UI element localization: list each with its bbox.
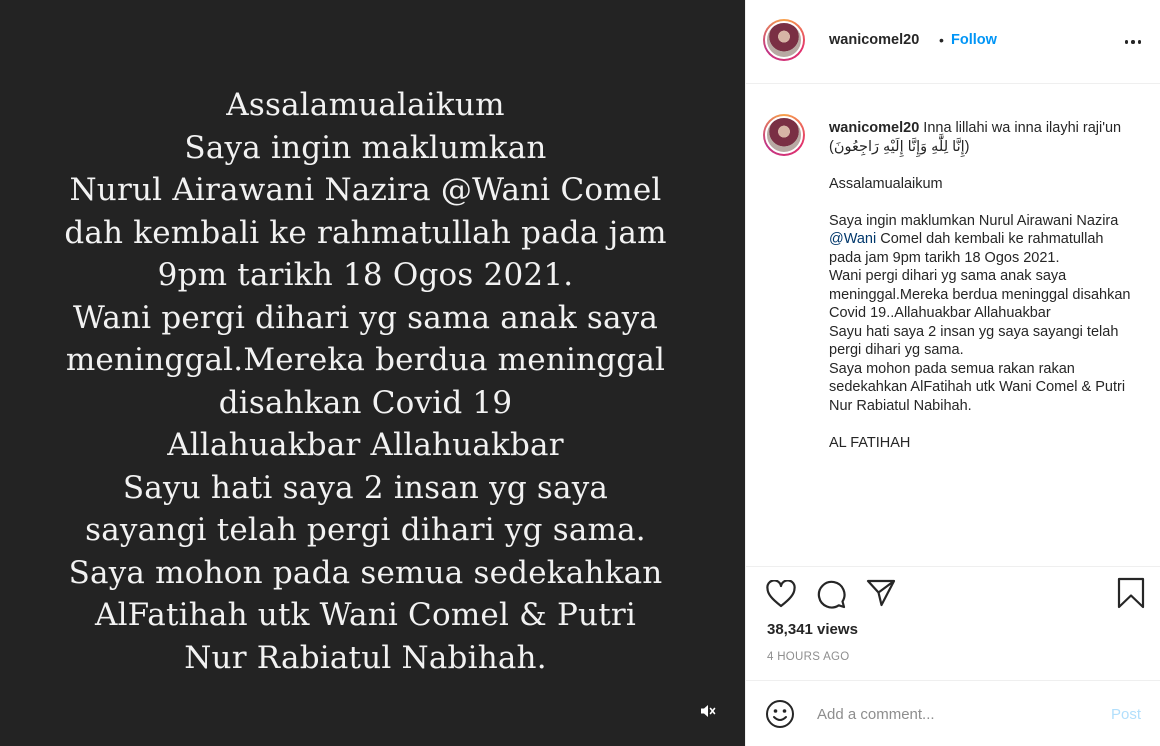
smiley-icon[interactable] [765,699,795,729]
media-text-line: Allahuakbar Allahuakbar [167,427,564,463]
caption-paragraph: Saya ingin maklumkan Nurul Airawani Nazi… [829,212,1139,268]
caption-line: Saya mohon pada semua rakan rakan sedeka… [829,360,1126,414]
follow-button[interactable]: Follow [951,32,997,48]
media-text-line: 9pm tarikh 18 Ogos 2021. [157,257,574,293]
post-timestamp[interactable]: 4 HOURS AGO [767,651,850,663]
post-sidebar: wanicomel20 • Follow wanicomel20 Inna li… [745,0,1160,746]
view-count[interactable]: 38,341 views [767,621,858,638]
media-text-line: meninggal.Mereka berdua meninggal [65,342,666,378]
post-button[interactable]: Post [1111,706,1141,723]
media-text-line: Saya mohon pada semua sedekahkan [68,554,663,591]
media-text-line: Wani pergi dihari yg sama anak saya [72,299,659,336]
separator-dot: • [939,32,944,48]
caption-line: Wani pergi dihari yg sama anak saya meni… [829,268,1131,321]
post-media[interactable]: Assalamualaikum Saya ingin maklumkan Nurul… [0,0,745,746]
media-text-line: Sayu hati saya 2 insan yg saya [122,469,609,506]
post-caption: wanicomel20 Inna lillahi wa inna ilayhi … [829,119,1139,452]
more-options-icon[interactable] [1121,30,1145,54]
avatar[interactable] [763,19,805,61]
caption-greeting: Assalamualaikum [829,175,943,192]
speaker-muted-icon[interactable] [696,699,720,723]
bookmark-icon[interactable] [1114,576,1148,610]
media-text-line: Nur Rabiatul Nabihah. [184,639,547,676]
caption-line: Sayu hati saya 2 insan yg saya sayangi t… [829,323,1119,359]
media-text-line: sayangi telah pergi dihari yg sama. [85,512,646,548]
comment-bubble-icon[interactable] [814,577,848,611]
media-text-line: disahkan Covid 19 [218,384,513,421]
caption-avatar[interactable] [763,114,805,156]
action-bar: 38,341 views 4 HOURS AGO [746,566,1160,680]
comment-input[interactable] [817,701,1097,727]
media-text-line: dah kembali ke rahmatullah pada jam [64,214,667,251]
mention-link[interactable]: @Wani [829,231,876,247]
media-text: Assalamualaikum Saya ingin maklumkan Nurul… [0,84,731,679]
post-header: wanicomel20 • Follow [746,0,1160,84]
caption-closing: AL FATIHAH [829,434,911,451]
paper-plane-icon[interactable] [864,576,898,610]
media-text-line: Nurul Airawani Nazira @Wani Comel [69,172,662,208]
media-text-line: AlFatihah utk Wani Comel & Putri [94,597,637,633]
heart-icon[interactable] [764,577,798,611]
add-comment-bar: Post [746,680,1160,746]
caption-text: Saya ingin maklumkan Nurul Airawani Nazi… [829,212,1119,229]
media-text-line: Saya ingin maklumkan [184,129,547,166]
media-text-line: Assalamualaikum [226,87,505,123]
caption-username[interactable]: wanicomel20 [829,120,919,136]
header-username[interactable]: wanicomel20 [829,32,919,48]
